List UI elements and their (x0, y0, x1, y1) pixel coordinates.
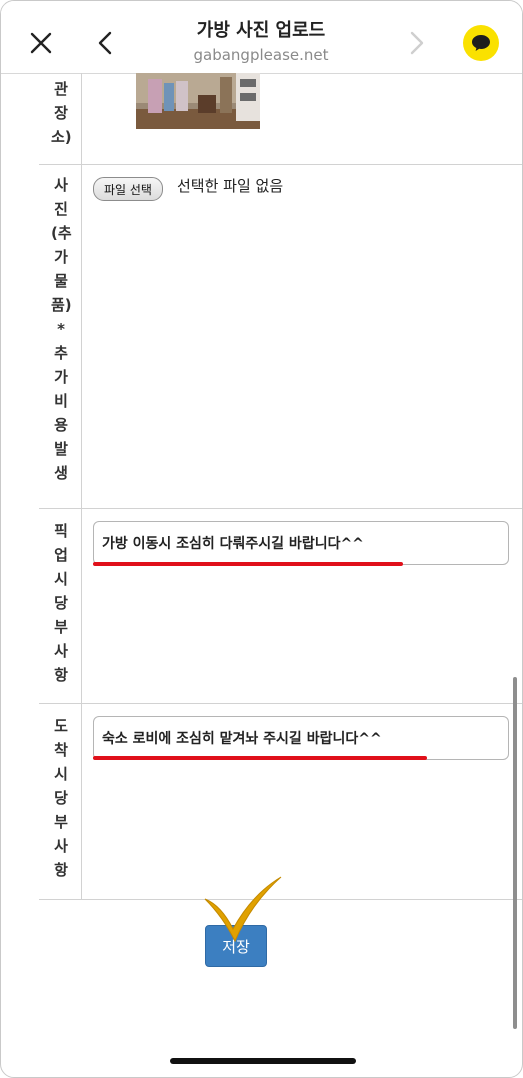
row-value-cell (82, 73, 522, 164)
home-indicator (170, 1058, 356, 1064)
page-url: gabangplease.net (193, 46, 329, 64)
page-title: 가방 사진 업로드 (196, 20, 326, 41)
row-label-cell: 픽업시당부사항 (39, 509, 82, 703)
storage-photo (136, 73, 260, 129)
row-label-cell: 관장소) (39, 73, 82, 164)
title-block: 가방 사진 업로드 gabangplease.net (141, 19, 381, 65)
row-label: 픽업시당부사항 (54, 522, 68, 684)
row-label: 도착시당부사항 (54, 717, 68, 879)
annotation-underline (93, 562, 403, 566)
row-label: 관장소) (51, 80, 72, 146)
browser-window: 가방 사진 업로드 gabangplease.net 관장소) 사진(추가물품)… (0, 0, 523, 1078)
checkmark-icon (204, 876, 282, 943)
kakaotalk-icon[interactable] (463, 25, 499, 61)
table-row-storage-photo: 관장소) (39, 73, 522, 165)
row-label-cell: 사진(추가물품)*추가비용발생 (39, 165, 82, 508)
table-row-photo-upload: 사진(추가물품)*추가비용발생 (39, 165, 522, 509)
close-icon[interactable] (25, 27, 57, 59)
pickup-notes-input[interactable]: 가방 이동시 조심히 다뤄주시길 바랍니다^^ (93, 521, 509, 565)
arrival-notes-input[interactable]: 숙소 로비에 조심히 맡겨놔 주시길 바랍니다^^ (93, 716, 509, 760)
file-status-text: 선택한 파일 없음 (177, 177, 284, 195)
forward-icon[interactable] (403, 27, 431, 59)
row-label: 사진(추가물품)*추가비용발생 (51, 176, 72, 482)
annotation-underline (93, 756, 427, 760)
file-select-button[interactable]: 파일 선택 (93, 177, 163, 201)
scrollbar[interactable] (513, 677, 517, 1029)
row-label-cell: 도착시당부사항 (39, 704, 82, 899)
back-icon[interactable] (91, 27, 119, 59)
browser-header: 가방 사진 업로드 gabangplease.net (1, 1, 522, 74)
